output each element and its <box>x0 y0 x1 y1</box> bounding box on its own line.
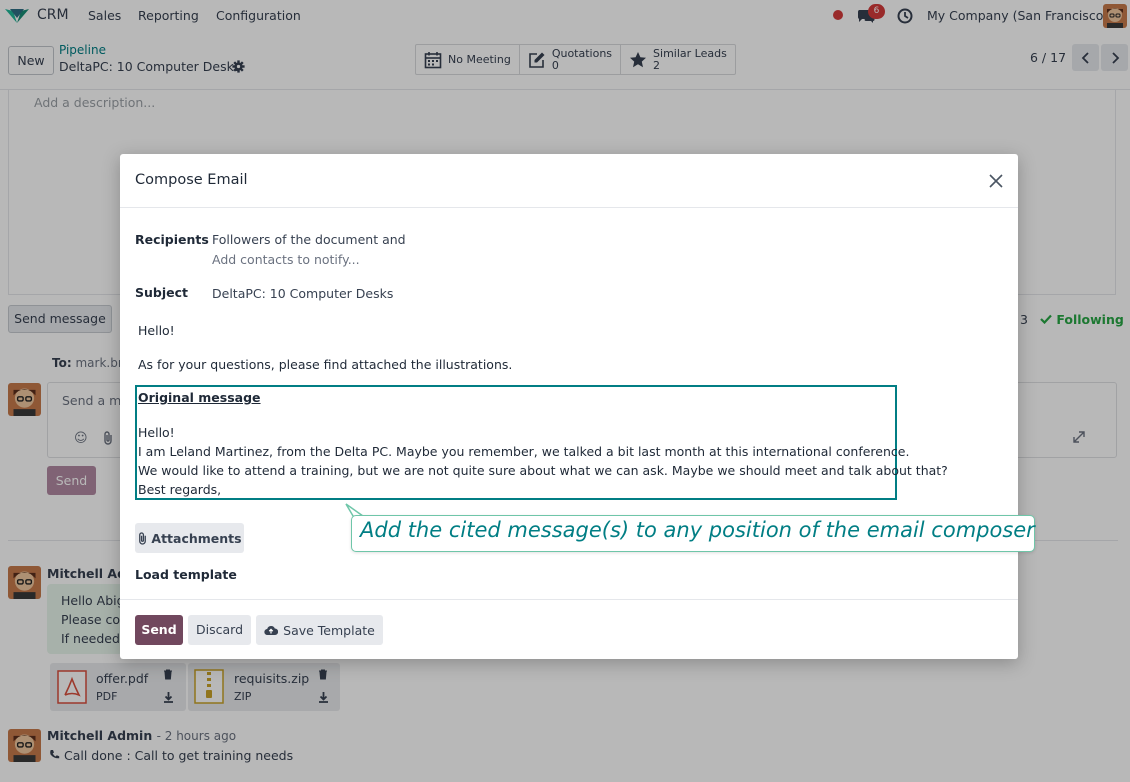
cited-message-line: Best regards, <box>138 482 222 497</box>
paperclip-icon <box>139 531 147 545</box>
subject-label: Subject <box>135 285 188 300</box>
cited-message-line: I am Leland Martinez, from the Delta PC.… <box>138 444 910 459</box>
compose-email-dialog: Compose Email Recipients Followers of th… <box>120 154 1018 659</box>
email-body-line[interactable]: Hello! <box>138 323 175 338</box>
send-button[interactable]: Send <box>135 615 183 645</box>
cloud-upload-icon <box>264 625 279 635</box>
save-template-label: Save Template <box>283 622 375 638</box>
discard-button[interactable]: Discard <box>188 615 251 645</box>
attachments-label: Attachments <box>151 530 242 546</box>
dialog-title: Compose Email <box>135 172 248 188</box>
load-template-label: Load template <box>135 567 237 582</box>
email-body-line[interactable]: As for your questions, please find attac… <box>138 357 512 372</box>
cited-message-title: Original message <box>138 390 261 405</box>
cited-message-line: Hello! <box>138 425 175 440</box>
cited-message-line: We would like to attend a training, but … <box>138 463 948 478</box>
subject-input[interactable]: DeltaPC: 10 Computer Desks <box>212 286 393 301</box>
recipients-input[interactable]: Add contacts to notify... <box>212 252 360 267</box>
recipients-label: Recipients <box>135 232 209 247</box>
divider <box>120 599 1018 600</box>
save-template-button[interactable]: Save Template <box>256 615 383 645</box>
callout-text: Add the cited message(s) to any position… <box>360 518 1035 542</box>
divider <box>120 207 1018 208</box>
close-icon[interactable] <box>988 173 1004 189</box>
attachments-button[interactable]: Attachments <box>135 523 244 553</box>
recipients-value: Followers of the document and <box>212 232 406 247</box>
